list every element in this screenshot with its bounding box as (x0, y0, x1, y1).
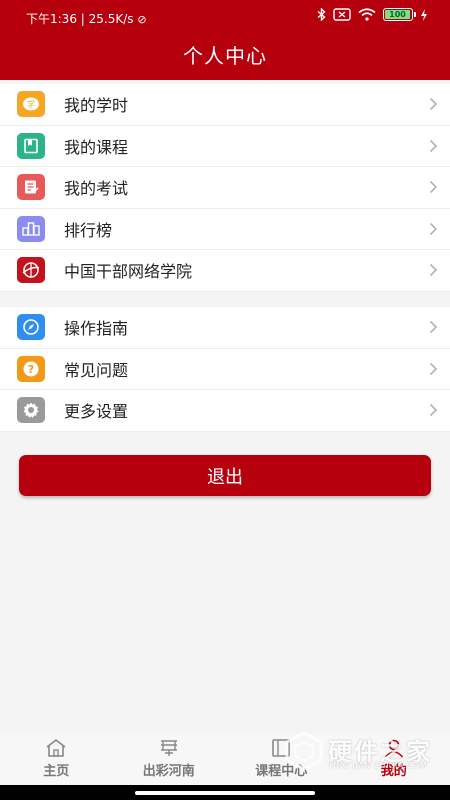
battery-level: 100 (385, 10, 410, 19)
chevron-right-icon (429, 97, 438, 111)
tab-label: 主页 (43, 764, 70, 779)
menu-group-secondary: 操作指南 ? 常见问题 更多设置 (0, 307, 450, 432)
svg-text:学: 学 (27, 99, 35, 109)
chevron-right-icon (429, 139, 438, 152)
question-icon: ? (17, 355, 45, 382)
svg-text:?: ? (28, 363, 34, 376)
menu-item-label: 常见问题 (64, 360, 129, 380)
henan-icon (160, 740, 177, 756)
course-book-icon (17, 132, 45, 159)
compass-icon (17, 314, 45, 341)
logout-button[interactable]: 退出 (19, 455, 431, 496)
menu-item-label: 中国干部网络学院 (64, 262, 193, 282)
menu-item-academy[interactable]: 中国干部网络学院 (0, 250, 450, 292)
tab-home[interactable]: 主页 (0, 733, 113, 785)
charging-bolt-icon (421, 8, 427, 21)
menu-item-my-exams[interactable]: 我的考试 (0, 167, 450, 209)
bluetooth-icon (317, 8, 326, 21)
menu-item-label: 我的课程 (64, 137, 129, 157)
tab-label: 出彩河南 (142, 764, 195, 779)
chevron-right-icon (429, 222, 438, 235)
menu-item-label: 操作指南 (64, 319, 129, 339)
home-indicator[interactable] (135, 791, 315, 795)
ranking-icon (17, 215, 45, 242)
chevron-right-icon (429, 180, 438, 194)
menu-item-faq[interactable]: ? 常见问题 (0, 349, 450, 390)
battery-icon: 100 (383, 8, 416, 21)
settings-gear-icon (17, 397, 45, 424)
menu-item-label: 我的学时 (64, 96, 129, 116)
no-sim-icon (333, 8, 351, 21)
menu-group-primary: 学 我的学时 我的课程 我的考试 排行榜 中国干部网络学院 (0, 84, 450, 292)
chevron-right-icon (429, 403, 438, 417)
alarm-off-icon: ⊘ (137, 13, 147, 26)
chevron-right-icon (429, 362, 438, 375)
page-title: 个人中心 (183, 44, 267, 68)
menu-item-settings[interactable]: 更多设置 (0, 390, 450, 432)
menu-item-ranking[interactable]: 排行榜 (0, 209, 450, 250)
menu-item-label: 更多设置 (64, 402, 129, 422)
status-time-speed: 下午1:36 | 25.5K/s ⊘ (26, 12, 147, 26)
chevron-right-icon (429, 320, 438, 334)
menu-item-my-courses[interactable]: 我的课程 (0, 126, 450, 167)
status-icons: 100 (317, 8, 428, 21)
status-bar: 下午1:36 | 25.5K/s ⊘ 100 (0, 0, 450, 34)
exam-icon (17, 174, 45, 201)
watermark-logo-icon (285, 731, 323, 771)
chevron-right-icon (429, 263, 438, 277)
menu-item-label: 排行榜 (64, 220, 113, 240)
menu-item-label: 我的考试 (64, 179, 129, 199)
tab-henan[interactable]: 出彩河南 (113, 733, 226, 785)
study-hours-icon: 学 (17, 91, 45, 118)
system-nav-bar (0, 785, 450, 800)
watermark-subtext: YING JIAN ZHI JIA.COM (328, 761, 427, 770)
home-icon (46, 738, 66, 757)
wifi-icon (358, 8, 376, 21)
academy-logo-icon (17, 257, 45, 284)
app-header: 下午1:36 | 25.5K/s ⊘ 100 个人中心 (0, 0, 450, 80)
menu-item-guide[interactable]: 操作指南 (0, 307, 450, 349)
menu-item-study-hours[interactable]: 学 我的学时 (0, 84, 450, 126)
watermark: 硬件之家 YING JIAN ZHI JIA.COM (283, 728, 443, 776)
